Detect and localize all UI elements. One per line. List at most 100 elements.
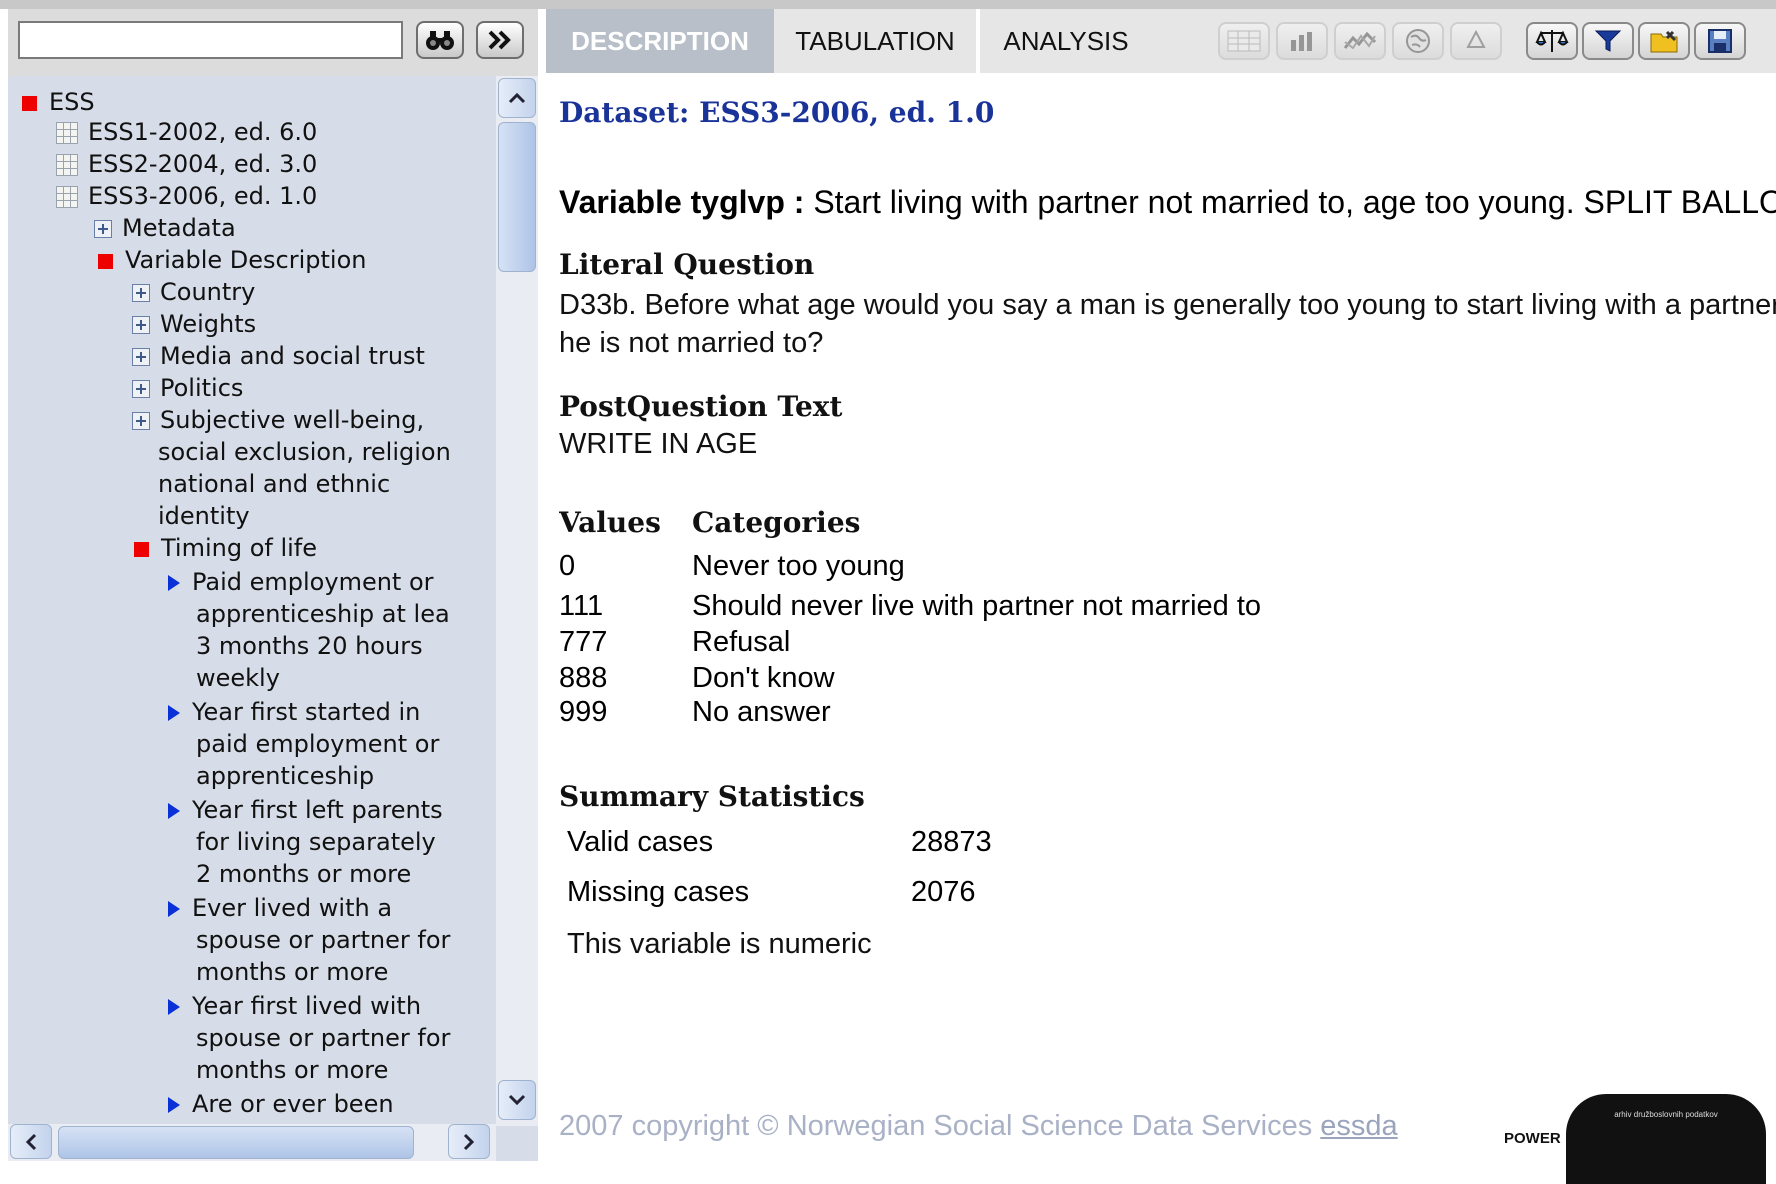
tree-vertical-scrollbar[interactable] — [496, 76, 538, 1126]
description-content: Dataset: ESS3-2006, ed. 1.0 Variable tyg… — [559, 76, 1776, 1161]
filter-button[interactable] — [1582, 22, 1634, 60]
scroll-thumb[interactable] — [498, 122, 536, 272]
dataset-table-icon — [56, 122, 78, 144]
scroll-thumb[interactable] — [58, 1126, 414, 1159]
collapse-icon — [98, 253, 113, 269]
tree-node-label: Ever lived with a — [192, 894, 393, 922]
badge-text: arhiv družboslovnih podatkov — [1614, 1110, 1718, 1119]
footer-link[interactable]: essda — [1320, 1110, 1397, 1142]
properties-button[interactable] — [1638, 22, 1690, 60]
scroll-right-button[interactable] — [448, 1124, 490, 1159]
bar-chart-icon — [1291, 32, 1312, 51]
tree-node-label: 2 months or more — [196, 860, 412, 888]
bar-chart-button[interactable] — [1276, 22, 1328, 60]
dataset-table-icon — [56, 154, 78, 176]
value-category: Refusal — [692, 626, 791, 658]
copyright-text: 2007 copyright © Norwegian Social Scienc… — [559, 1110, 1313, 1142]
value-category: Never too young — [692, 550, 905, 582]
tree-node-label: Variable Description — [125, 246, 367, 274]
find-button[interactable] — [416, 21, 464, 59]
literal-question-line: D33b. Before what age would you say a ma… — [559, 289, 1776, 321]
double-chevron-right-icon — [488, 30, 511, 50]
tree-node-label: Country — [160, 278, 256, 306]
tree-node-label: ESS2-2004, ed. 3.0 — [88, 150, 318, 178]
powered-by-label: POWER — [1500, 1130, 1565, 1147]
valid-cases-label: Valid cases — [567, 826, 714, 858]
scroll-left-button[interactable] — [10, 1124, 52, 1159]
value-code: 0 — [559, 550, 576, 582]
tree-node-label: Year first started in — [192, 698, 421, 726]
categories-column-header: Categories — [692, 506, 861, 539]
tree-node-label: 3 months 20 hours — [196, 632, 423, 660]
post-question-text: WRITE IN AGE — [559, 428, 758, 460]
value-code: 888 — [559, 662, 608, 694]
value-code: 777 — [559, 626, 608, 658]
tab-tabulation[interactable]: TABULATION — [774, 9, 978, 73]
globe-icon — [1406, 29, 1430, 53]
recycle-button[interactable] — [1450, 22, 1502, 60]
map-button[interactable] — [1392, 22, 1444, 60]
binoculars-icon — [426, 31, 454, 50]
value-category: Don't know — [692, 662, 835, 694]
expand-icon — [132, 380, 150, 398]
tree-horizontal-scrollbar[interactable] — [8, 1124, 496, 1161]
tree-node-label: weekly — [196, 664, 280, 692]
chevron-up-icon — [508, 92, 526, 104]
table-icon — [1227, 30, 1261, 52]
chevron-left-icon — [25, 1133, 37, 1150]
scales-icon — [1535, 30, 1569, 52]
expand-icon — [132, 316, 150, 334]
filter-icon — [1594, 30, 1622, 52]
tree-node-label: Politics — [160, 374, 244, 402]
literal-question-text: D33b. Before what age would you say a ma… — [559, 286, 1776, 362]
post-question-heading: PostQuestion Text — [559, 390, 843, 423]
tree-node-label: paid employment or — [196, 730, 440, 758]
values-column-header: Values — [559, 506, 661, 539]
variable-arrow-icon — [168, 575, 180, 591]
tree-node-label: apprenticeship — [196, 762, 375, 790]
expand-icon — [132, 412, 150, 430]
value-category: No answer — [692, 696, 831, 728]
tree-node-label: social exclusion, religion — [158, 438, 451, 466]
value-code: 111 — [559, 590, 604, 622]
tree-node-label: identity — [158, 502, 250, 530]
tab-description[interactable]: DESCRIPTION — [546, 9, 774, 73]
missing-cases-value: 2076 — [911, 876, 976, 908]
search-input[interactable] — [18, 21, 403, 59]
tree-node-label: for living separately — [196, 828, 436, 856]
top-bar: DESCRIPTION TABULATION ANALYSIS — [0, 0, 1776, 76]
tree-node-label: Year first left parents — [192, 796, 443, 824]
weights-button[interactable] — [1526, 22, 1578, 60]
tree-node-label: Are or ever been — [192, 1090, 394, 1118]
save-button[interactable] — [1694, 22, 1746, 60]
nesstar-badge[interactable]: arhiv družboslovnih podatkov — [1566, 1094, 1766, 1184]
tree-node-label: apprenticeship at lea — [196, 600, 450, 628]
top-border — [0, 0, 1776, 9]
chevron-down-icon — [508, 1094, 526, 1106]
find-next-button[interactable] — [476, 21, 524, 59]
variable-heading: Variable tyglvp : Start living with part… — [559, 184, 1776, 221]
variable-arrow-icon — [168, 901, 180, 917]
tree-node-label: Paid employment or — [192, 568, 434, 596]
scroll-down-button[interactable] — [498, 1080, 536, 1120]
tree-node-label: Subjective well-being, — [160, 406, 425, 434]
variable-arrow-icon — [168, 1097, 180, 1113]
collapse-icon — [22, 95, 37, 111]
numeric-note: This variable is numeric — [567, 928, 872, 960]
chevron-right-icon — [463, 1133, 475, 1150]
line-chart-icon — [1343, 31, 1377, 50]
expand-icon — [132, 284, 150, 302]
variable-arrow-icon — [168, 803, 180, 819]
tree-node-label: months or more — [196, 958, 389, 986]
table-view-button[interactable] — [1218, 22, 1270, 60]
collapse-icon — [134, 541, 149, 557]
missing-cases-label: Missing cases — [567, 876, 750, 908]
variable-arrow-icon — [168, 705, 180, 721]
tab-analysis[interactable]: ANALYSIS — [980, 9, 1152, 73]
line-chart-button[interactable] — [1334, 22, 1386, 60]
tree-node-label: ESS3-2006, ed. 1.0 — [88, 182, 318, 210]
scroll-up-button[interactable] — [498, 78, 536, 118]
tree-node-label: Metadata — [122, 214, 236, 242]
search-area — [8, 9, 538, 76]
tree-node-label: ESS — [49, 88, 95, 116]
